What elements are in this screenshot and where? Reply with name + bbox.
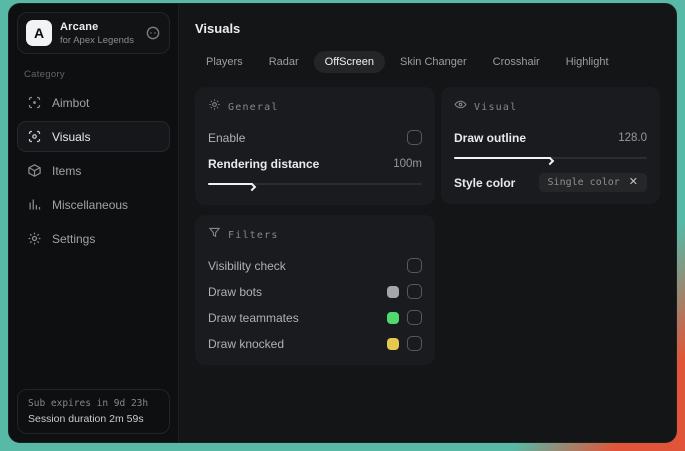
tab-bar: Players Radar OffScreen Skin Changer Crossha… [195, 51, 660, 73]
draw-outline-label: Draw outline [454, 130, 527, 145]
draw-outline-slider[interactable] [454, 153, 647, 166]
filters-rows: Visibility check Draw bots Draw teammate… [208, 255, 422, 354]
filter-label: Draw bots [208, 284, 263, 299]
filter-checkbox[interactable] [407, 336, 422, 351]
filter-row: Visibility check [208, 255, 422, 276]
sidebar-item-label: Miscellaneous [52, 197, 129, 212]
filter-checkbox[interactable] [407, 284, 422, 299]
gear-icon [27, 231, 42, 246]
tab-highlight[interactable]: Highlight [555, 51, 620, 73]
right-column: Visual Draw outline 128.0 Style color Si… [441, 87, 660, 204]
panels-area: General Enable Rendering distance 100m F… [195, 87, 660, 365]
general-panel-title: General [228, 101, 279, 113]
filter-label: Draw knocked [208, 336, 285, 351]
sidebar-item-miscellaneous[interactable]: Miscellaneous [17, 189, 170, 220]
filter-icon [208, 226, 221, 244]
sidebar-item-visuals[interactable]: Visuals [17, 121, 170, 152]
enable-checkbox[interactable] [407, 130, 422, 145]
sidebar-item-label: Settings [52, 231, 96, 246]
eye-scan-icon [27, 129, 42, 144]
sidebar-item-items[interactable]: Items [17, 155, 170, 186]
main-content: Visuals Players Radar OffScreen Skin Change… [179, 4, 676, 442]
color-swatch[interactable] [387, 285, 399, 298]
filter-row: Draw teammates [208, 307, 422, 328]
sidebar-item-aimbot[interactable]: Aimbot [17, 87, 170, 118]
box-icon [27, 163, 42, 178]
slider-fill [208, 182, 257, 192]
session-duration-text: Session duration 2m 59s [28, 413, 144, 425]
filter-checkbox[interactable] [407, 258, 422, 273]
tab-crosshair[interactable]: Crosshair [482, 51, 551, 73]
filter-row: Draw knocked [208, 333, 422, 354]
eye-icon [454, 98, 467, 116]
sun-icon [208, 98, 221, 116]
sidebar-item-label: Items [52, 163, 82, 178]
color-swatch[interactable] [387, 311, 399, 324]
rendering-distance-row: Rendering distance 100m [208, 153, 422, 174]
discord-icon[interactable] [145, 25, 161, 41]
visual-panel: Visual Draw outline 128.0 Style color Si… [441, 87, 660, 204]
bars-icon [27, 197, 42, 212]
visual-panel-header: Visual [454, 98, 647, 116]
rendering-distance-value: 100m [393, 157, 422, 170]
category-label: Category [24, 69, 65, 80]
crosshair-icon [27, 95, 42, 110]
tab-offscreen[interactable]: OffScreen [313, 51, 385, 73]
general-panel: General Enable Rendering distance 100m [195, 87, 435, 205]
general-panel-header: General [208, 98, 422, 116]
status-card: Sub expires in 9d 23h Session duration 2… [17, 389, 170, 434]
slider-fill [454, 156, 554, 166]
app-logo: A [26, 20, 52, 46]
sidebar-item-label: Aimbot [52, 95, 90, 110]
enable-row: Enable [208, 127, 422, 148]
app-subtitle: for Apex Legends [60, 34, 134, 46]
sidebar-nav: Aimbot Visuals Items Miscellaneous Setti… [17, 87, 170, 254]
brand-card: A Arcane for Apex Legends [17, 12, 170, 54]
draw-outline-value: 128.0 [618, 131, 647, 144]
rendering-distance-slider[interactable] [208, 179, 422, 192]
tab-radar[interactable]: Radar [258, 51, 310, 73]
style-color-value: Single color [547, 177, 620, 188]
tab-skin-changer[interactable]: Skin Changer [389, 51, 478, 73]
page-title: Visuals [195, 21, 241, 36]
desktop-background: { "colors": { "desktop_teal": "#57b9a6",… [0, 0, 685, 451]
filter-row: Draw bots [208, 281, 422, 302]
filters-panel: Filters Visibility check Draw bots Draw … [195, 215, 435, 365]
color-swatch[interactable] [387, 337, 399, 350]
left-column: General Enable Rendering distance 100m F… [195, 87, 435, 365]
filter-label: Visibility check [208, 258, 286, 273]
app-window: A Arcane for Apex Legends Category Aimbo… [8, 3, 677, 443]
filters-panel-header: Filters [208, 226, 422, 244]
enable-label: Enable [208, 130, 246, 145]
filter-label: Draw teammates [208, 310, 299, 325]
tab-players[interactable]: Players [195, 51, 254, 73]
style-color-select[interactable]: Single color ✕ [538, 173, 647, 192]
filters-panel-title: Filters [228, 229, 279, 241]
sidebar-item-settings[interactable]: Settings [17, 223, 170, 254]
visual-panel-title: Visual [474, 101, 518, 113]
draw-outline-row: Draw outline 128.0 [454, 127, 647, 148]
sub-expires-text: Sub expires in 9d 23h [28, 398, 149, 409]
filter-checkbox[interactable] [407, 310, 422, 325]
clear-icon[interactable]: ✕ [629, 177, 638, 188]
style-color-label: Style color [454, 175, 516, 190]
app-title: Arcane [60, 20, 99, 33]
brand-text: Arcane for Apex Legends [60, 21, 134, 46]
sidebar: A Arcane for Apex Legends Category Aimbo… [9, 4, 179, 442]
sidebar-item-label: Visuals [52, 129, 91, 144]
rendering-distance-label: Rendering distance [208, 156, 320, 171]
style-color-row: Style color Single color ✕ [454, 172, 647, 193]
